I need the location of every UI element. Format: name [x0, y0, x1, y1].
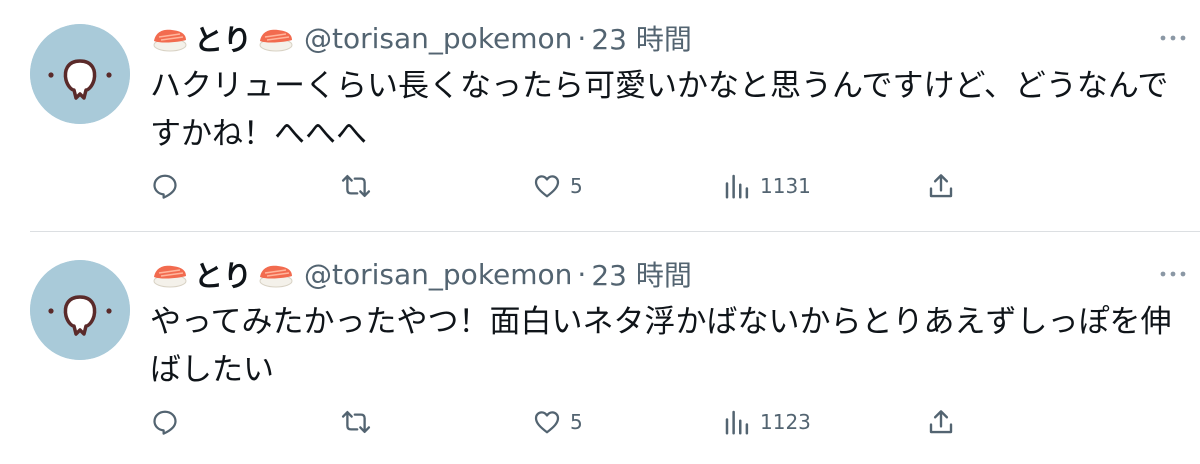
- tweet-actions: 5 1131: [150, 166, 1160, 206]
- avatar[interactable]: [30, 24, 130, 124]
- more-dots-icon[interactable]: [1158, 30, 1188, 44]
- display-name[interactable]: とり: [194, 17, 252, 59]
- user-handle[interactable]: @torisan_pokemon: [304, 258, 572, 291]
- avatar[interactable]: [30, 260, 130, 360]
- header-separator: ·: [577, 257, 587, 291]
- tweet-divider: [30, 231, 1200, 232]
- tweet-text: やってみたかったやつ！面白いネタ浮かばないからとりあえずしっぽを伸ばしたい: [150, 304, 1172, 388]
- retweet-icon: [341, 174, 371, 198]
- reply-button[interactable]: [150, 166, 180, 206]
- sushi-emoji-icon: [256, 23, 296, 53]
- view-count: 1131: [760, 174, 811, 198]
- avatar-character-icon: [30, 260, 130, 360]
- share-icon: [929, 410, 953, 434]
- display-name[interactable]: とり: [194, 253, 252, 295]
- view-count: 1123: [760, 410, 811, 434]
- like-button[interactable]: 5: [532, 166, 583, 206]
- retweet-icon: [341, 410, 371, 434]
- header-separator: ·: [577, 21, 587, 55]
- tweet[interactable]: とり @torisan_pokemon · 23 時間 ハクリューくらい長くなっ…: [0, 16, 1200, 226]
- retweet-button[interactable]: [340, 166, 372, 206]
- share-button[interactable]: [926, 166, 956, 206]
- user-handle[interactable]: @torisan_pokemon: [304, 22, 572, 55]
- reply-button[interactable]: [150, 402, 180, 442]
- views-button[interactable]: 1123: [722, 402, 811, 442]
- like-count: 5: [570, 410, 583, 434]
- share-icon: [929, 174, 953, 198]
- retweet-button[interactable]: [340, 402, 372, 442]
- sushi-emoji-icon: [256, 259, 296, 289]
- tweet-text: ハクリューくらい長くなったら可愛いかなと思うんですけど、どうなんですかね！へへへ: [150, 68, 1169, 152]
- tweet-header: とり @torisan_pokemon · 23 時間: [150, 252, 692, 296]
- tweet-timestamp[interactable]: 23 時間: [591, 254, 692, 294]
- like-heart-icon: [534, 175, 560, 198]
- views-bar-chart-icon: [725, 410, 749, 435]
- like-button[interactable]: 5: [532, 402, 583, 442]
- tweet-actions: 5 1123: [150, 402, 1160, 442]
- like-heart-icon: [534, 411, 560, 434]
- avatar-character-icon: [30, 24, 130, 124]
- views-button[interactable]: 1131: [722, 166, 811, 206]
- sushi-emoji-icon: [150, 23, 190, 53]
- reply-icon: [153, 410, 177, 435]
- reply-icon: [153, 174, 177, 199]
- more-dots-icon[interactable]: [1158, 266, 1188, 280]
- tweet-timestamp[interactable]: 23 時間: [591, 18, 692, 58]
- tweet-header: とり @torisan_pokemon · 23 時間: [150, 16, 692, 60]
- views-bar-chart-icon: [725, 174, 749, 199]
- tweet[interactable]: とり @torisan_pokemon · 23 時間 やってみたかったやつ！面…: [0, 252, 1200, 462]
- like-count: 5: [570, 174, 583, 198]
- share-button[interactable]: [926, 402, 956, 442]
- sushi-emoji-icon: [150, 259, 190, 289]
